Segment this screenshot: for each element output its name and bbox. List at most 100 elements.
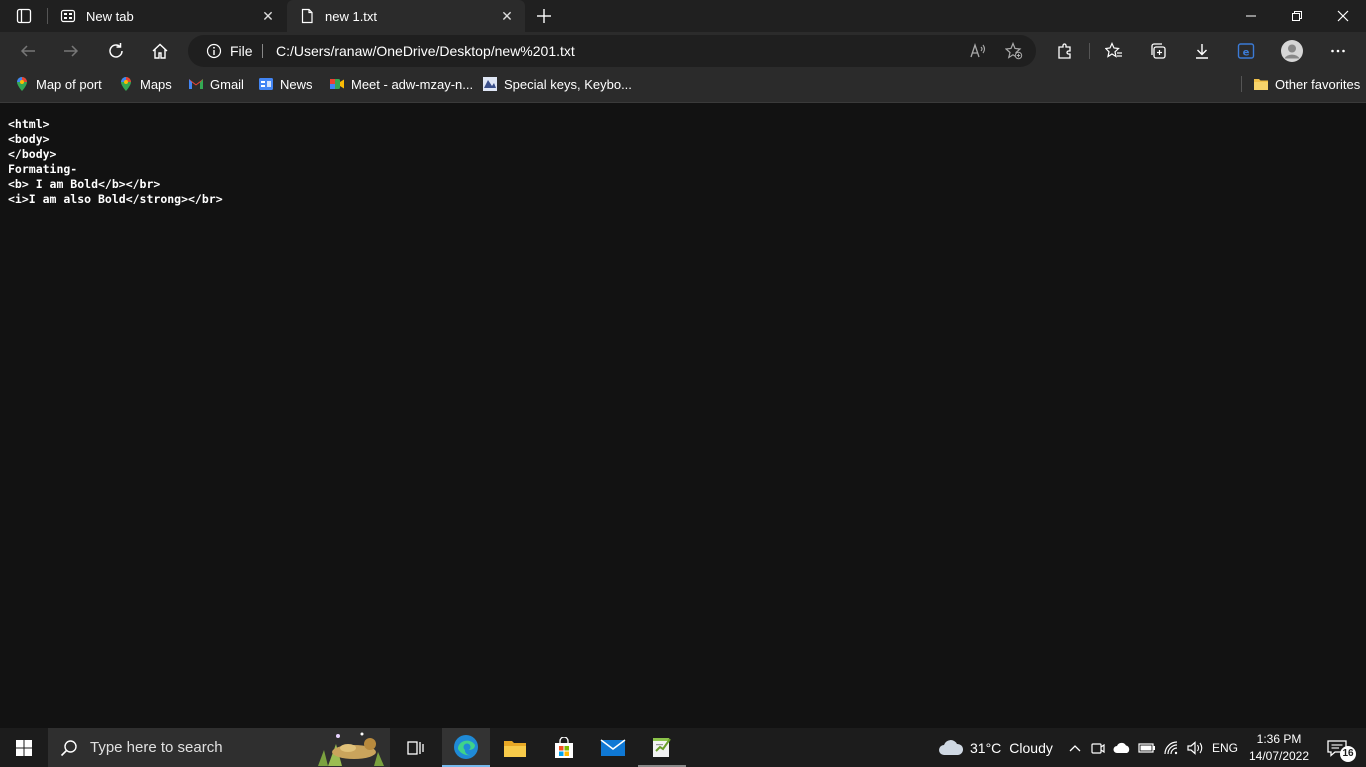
system-clock[interactable]: 1:36 PM 14/07/2022 bbox=[1246, 728, 1312, 767]
bookmark-label: Other favorites bbox=[1275, 76, 1361, 92]
address-bar[interactable]: File C:/Users/ranaw/OneDrive/Desktop/new… bbox=[188, 35, 1036, 67]
close-tab-icon[interactable]: ✕ bbox=[499, 8, 515, 24]
favorites-bar: Map of port Maps Gmail News Meet - adw-m… bbox=[0, 70, 1366, 103]
refresh-button[interactable] bbox=[101, 36, 131, 66]
back-button[interactable] bbox=[13, 36, 43, 66]
close-window-button[interactable] bbox=[1320, 0, 1366, 32]
windows-logo-icon bbox=[16, 739, 32, 756]
text-line: </body> bbox=[8, 147, 57, 161]
maps-pin-icon bbox=[118, 76, 134, 92]
search-highlight-illustration bbox=[318, 732, 384, 766]
browser-toolbar: File C:/Users/ranaw/OneDrive/Desktop/new… bbox=[0, 32, 1366, 70]
maps-pin-icon bbox=[14, 76, 30, 92]
chevron-up-icon bbox=[1069, 744, 1081, 751]
volume-icon[interactable] bbox=[1186, 728, 1204, 767]
restore-button[interactable] bbox=[1274, 0, 1320, 32]
bookmark-label: Maps bbox=[140, 76, 172, 92]
site-icon bbox=[482, 76, 498, 92]
url-text[interactable]: C:/Users/ranaw/OneDrive/Desktop/new%201.… bbox=[276, 35, 575, 67]
text-line: <html> bbox=[8, 117, 50, 131]
tab-label: New tab bbox=[86, 8, 134, 24]
mail-icon bbox=[600, 738, 626, 756]
search-placeholder: Type here to search bbox=[90, 739, 223, 756]
bookmark-news[interactable]: News bbox=[258, 70, 313, 98]
battery-icon[interactable] bbox=[1138, 728, 1156, 767]
read-aloud-icon[interactable] bbox=[963, 36, 993, 66]
news-icon bbox=[258, 76, 274, 92]
notifications-button[interactable]: 16 bbox=[1322, 728, 1356, 767]
favorites-icon[interactable] bbox=[1099, 36, 1129, 66]
bookmark-label: Special keys, Keybo... bbox=[504, 76, 632, 92]
svg-text:e: e bbox=[1243, 48, 1250, 59]
search-icon bbox=[60, 739, 77, 756]
collections-icon[interactable] bbox=[1143, 36, 1173, 66]
scheme-label: File bbox=[230, 43, 253, 59]
page-content: <html> <body> </body> Formating- <b> I a… bbox=[0, 103, 1366, 728]
text-line: <body> bbox=[8, 132, 50, 146]
document-icon bbox=[299, 8, 315, 24]
add-favorite-icon[interactable] bbox=[999, 36, 1029, 66]
store-icon bbox=[555, 736, 573, 758]
start-button[interactable] bbox=[0, 728, 48, 767]
bookmark-special-keys[interactable]: Special keys, Keybo... bbox=[482, 70, 632, 98]
bookmark-label: Map of port bbox=[36, 76, 102, 92]
text-line: <i>I am also Bold</strong></br> bbox=[8, 192, 223, 206]
tab-strip: New tab ✕ new 1.txt ✕ bbox=[0, 0, 1366, 32]
tab-actions-icon[interactable] bbox=[9, 1, 39, 31]
ie-mode-icon[interactable]: e bbox=[1231, 36, 1261, 66]
onedrive-icon[interactable] bbox=[1113, 728, 1131, 767]
bookmark-meet[interactable]: Meet - adw-mzay-n... bbox=[329, 70, 473, 98]
home-button[interactable] bbox=[145, 36, 175, 66]
tab-label: new 1.txt bbox=[325, 8, 378, 24]
cloud-icon bbox=[939, 739, 964, 755]
wifi-icon[interactable] bbox=[1163, 728, 1181, 767]
new-tab-button[interactable] bbox=[529, 1, 559, 31]
notepad-icon bbox=[653, 737, 671, 757]
meet-icon bbox=[329, 76, 345, 92]
taskbar-search-box[interactable]: Type here to search bbox=[48, 728, 390, 767]
clock-time: 1:36 PM bbox=[1256, 731, 1302, 746]
info-icon bbox=[206, 43, 222, 59]
meet-now-icon[interactable] bbox=[1090, 728, 1106, 767]
text-document: <html> <body> </body> Formating- <b> I a… bbox=[8, 117, 223, 207]
bookmark-maps[interactable]: Maps bbox=[118, 70, 172, 98]
bookmark-label: Gmail bbox=[210, 76, 244, 92]
bookmark-map-of-port[interactable]: Map of port bbox=[14, 70, 102, 98]
bookmark-gmail[interactable]: Gmail bbox=[188, 70, 244, 98]
more-options-icon[interactable] bbox=[1323, 36, 1353, 66]
taskbar-store[interactable] bbox=[540, 728, 588, 767]
downloads-icon[interactable] bbox=[1187, 36, 1217, 66]
notification-count-badge: 16 bbox=[1340, 746, 1356, 762]
site-info-button[interactable]: File bbox=[206, 35, 253, 67]
edge-icon bbox=[454, 734, 478, 759]
input-language[interactable]: ENG bbox=[1212, 728, 1238, 767]
extensions-icon[interactable] bbox=[1050, 36, 1080, 66]
other-favorites-folder[interactable]: Other favorites bbox=[1253, 70, 1360, 98]
taskbar-mail[interactable] bbox=[589, 728, 637, 767]
taskbar-notepadpp[interactable] bbox=[638, 728, 686, 767]
text-line: Formating- bbox=[8, 162, 78, 176]
taskbar-edge[interactable] bbox=[442, 728, 490, 767]
forward-button[interactable] bbox=[56, 36, 86, 66]
taskbar: Type here to search 31°C Cloudy ENG 1:36… bbox=[0, 728, 1366, 767]
gmail-icon bbox=[188, 76, 204, 92]
weather-condition: Cloudy bbox=[1009, 739, 1053, 756]
show-hidden-icons-button[interactable] bbox=[1066, 728, 1084, 767]
bookmark-label: Meet - adw-mzay-n... bbox=[351, 76, 474, 92]
minimize-button[interactable] bbox=[1228, 0, 1274, 32]
tab-new-tab[interactable]: New tab ✕ bbox=[48, 0, 286, 32]
folder-icon bbox=[504, 740, 526, 757]
task-view-icon bbox=[407, 740, 424, 755]
weather-temperature: 31°C bbox=[970, 739, 1002, 756]
taskbar-file-explorer[interactable] bbox=[491, 728, 539, 767]
new-tab-page-icon bbox=[60, 8, 76, 24]
clock-date: 14/07/2022 bbox=[1248, 748, 1310, 763]
close-tab-icon[interactable]: ✕ bbox=[260, 8, 276, 24]
profile-avatar[interactable] bbox=[1277, 36, 1307, 66]
task-view-button[interactable] bbox=[397, 728, 435, 767]
bookmark-label: News bbox=[280, 76, 313, 92]
tab-new-1-txt[interactable]: new 1.txt ✕ bbox=[287, 0, 525, 32]
folder-icon bbox=[1253, 76, 1269, 92]
text-line: <b> I am Bold</b></br> bbox=[8, 177, 161, 191]
weather-widget[interactable]: 31°C Cloudy bbox=[938, 728, 1053, 767]
